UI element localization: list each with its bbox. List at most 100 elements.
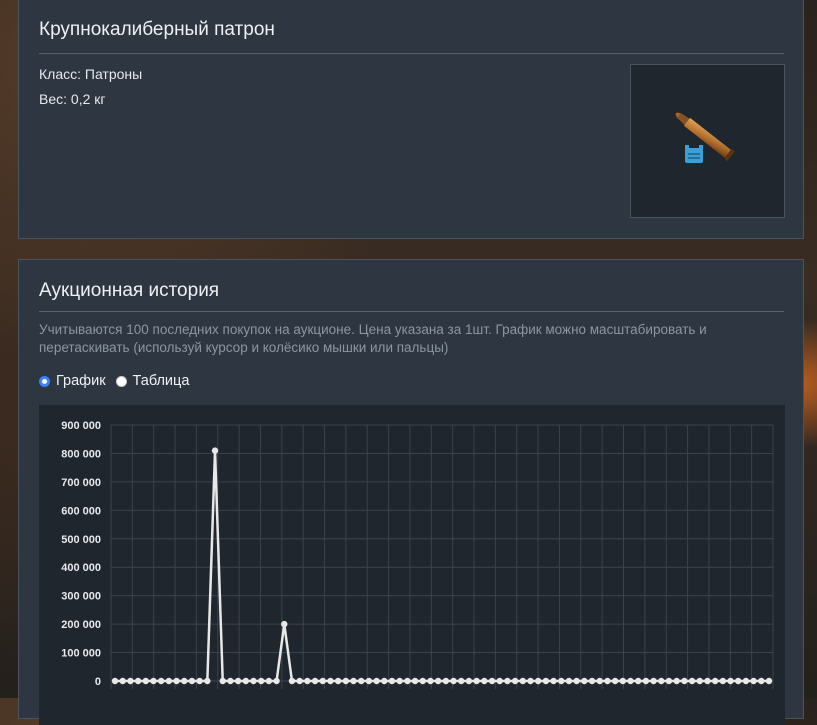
data-point	[596, 677, 603, 685]
data-point	[411, 677, 419, 685]
view-toggle: График Таблица	[39, 373, 199, 389]
data-point	[758, 677, 765, 685]
data-point	[696, 677, 703, 685]
vest-badge-icon	[685, 145, 703, 163]
data-point	[257, 677, 265, 685]
data-point	[727, 677, 734, 685]
data-point	[473, 677, 480, 685]
title-divider	[39, 53, 784, 54]
data-point	[211, 447, 219, 454]
data-point	[388, 677, 396, 685]
data-point	[619, 677, 627, 685]
data-point	[296, 677, 303, 685]
data-point	[496, 677, 503, 685]
data-point	[188, 677, 196, 685]
data-point	[288, 677, 296, 685]
data-point	[304, 677, 311, 685]
data-point	[319, 677, 326, 685]
data-point	[458, 677, 465, 685]
data-point	[565, 677, 573, 685]
data-point	[504, 677, 511, 685]
y-tick-label: 900 000	[61, 420, 101, 432]
data-point	[165, 677, 173, 685]
data-point	[650, 677, 657, 685]
radio-chart-label[interactable]: График	[56, 373, 106, 389]
data-point	[111, 677, 119, 685]
data-point	[627, 677, 634, 685]
data-point	[488, 677, 496, 685]
data-point	[173, 677, 180, 685]
data-point	[750, 677, 757, 685]
data-point	[658, 677, 665, 685]
data-point	[534, 677, 542, 685]
price-line	[115, 450, 769, 683]
data-point	[365, 677, 373, 685]
y-tick-label: 700 000	[61, 477, 101, 489]
data-point	[519, 677, 526, 685]
y-tick-label: 300 000	[61, 591, 101, 603]
data-point	[119, 677, 126, 685]
data-point	[635, 677, 642, 685]
bullet-cartridge-icon	[675, 112, 735, 163]
data-point	[550, 677, 557, 685]
data-point	[381, 677, 388, 685]
history-title: Аукционная история	[39, 280, 220, 301]
data-point	[265, 677, 273, 685]
y-tick-label: 0	[95, 676, 101, 688]
data-point	[673, 677, 680, 685]
radio-table[interactable]	[115, 375, 127, 387]
data-point	[134, 677, 142, 685]
data-point	[204, 677, 211, 685]
data-point	[127, 677, 134, 685]
data-point	[250, 677, 257, 685]
auction-history-card: Аукционная история Учитываются 100 после…	[18, 259, 804, 725]
data-point	[735, 677, 742, 685]
data-point	[604, 677, 611, 685]
data-point	[527, 677, 534, 685]
data-point	[227, 677, 234, 685]
data-point	[481, 677, 488, 685]
data-point	[350, 677, 357, 685]
price-chart[interactable]: 0 100 000 200 000 300 000 400 000 500 000 600 …	[39, 405, 785, 725]
data-point	[450, 677, 457, 685]
data-point	[242, 677, 249, 685]
data-point	[704, 677, 711, 685]
data-point	[419, 677, 426, 685]
data-point	[681, 677, 688, 685]
data-point	[542, 677, 550, 685]
data-point	[273, 677, 280, 685]
data-point	[573, 677, 580, 685]
data-point	[334, 677, 342, 685]
data-point	[373, 677, 380, 685]
data-point	[234, 677, 242, 685]
data-point	[719, 677, 727, 685]
data-point	[665, 677, 673, 685]
data-point	[281, 620, 288, 628]
data-point	[688, 677, 696, 685]
data-point	[642, 677, 650, 685]
item-class: Класс: Патроны	[39, 66, 143, 82]
price-chart-svg[interactable]: 0 100 000 200 000 300 000 400 000 500 000 600 …	[39, 405, 785, 725]
data-point	[765, 677, 773, 685]
data-point	[342, 677, 350, 685]
radio-table-label[interactable]: Таблица	[133, 373, 190, 389]
item-image	[630, 64, 785, 218]
data-point	[181, 677, 188, 685]
radio-chart[interactable]	[39, 375, 50, 387]
data-point	[358, 677, 365, 685]
data-point	[434, 677, 442, 685]
y-tick-label: 200 000	[61, 619, 101, 631]
data-point	[157, 677, 165, 685]
y-tick-label: 600 000	[61, 505, 101, 517]
history-note: Учитываются 100 последних покупок на аук…	[39, 322, 707, 355]
data-point	[150, 677, 157, 685]
data-point	[511, 677, 519, 685]
data-point	[711, 677, 719, 685]
data-point	[142, 677, 149, 685]
data-point	[427, 677, 434, 685]
y-tick-label: 100 000	[61, 648, 101, 660]
item-card: Крупнокалиберный патрон Класс: Патроны В…	[18, 0, 804, 239]
item-weight: Вес: 0,2 кг	[39, 91, 106, 107]
data-point	[442, 677, 450, 685]
item-title: Крупнокалиберный патрон	[39, 19, 275, 40]
